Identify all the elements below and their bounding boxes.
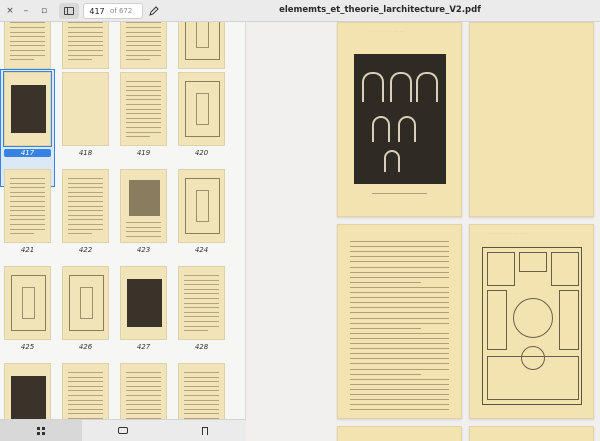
page-thumbnail[interactable] bbox=[62, 72, 109, 146]
text-line bbox=[350, 404, 449, 406]
text-line bbox=[350, 276, 449, 278]
text-line bbox=[350, 358, 449, 360]
thumbnail-page-label: 426 bbox=[78, 343, 93, 351]
page-thumbnail[interactable] bbox=[3, 71, 52, 147]
document-page-blank bbox=[469, 22, 594, 217]
text-line bbox=[350, 348, 449, 350]
page-thumbnail[interactable] bbox=[120, 266, 167, 340]
text-line bbox=[350, 399, 449, 401]
text-line bbox=[350, 394, 449, 395]
text-line bbox=[350, 307, 449, 309]
page-thumbnail[interactable] bbox=[4, 363, 51, 419]
text-line bbox=[350, 332, 449, 334]
page-total-label: of 672 bbox=[110, 7, 133, 15]
text-line bbox=[350, 261, 449, 263]
text-line bbox=[350, 363, 449, 365]
thumbnail-page-label: 419 bbox=[136, 149, 151, 157]
page-number-input[interactable] bbox=[84, 6, 110, 16]
annotations-tab[interactable] bbox=[82, 420, 164, 441]
text-line bbox=[350, 281, 421, 283]
page-thumbnail[interactable] bbox=[4, 266, 51, 340]
thumbnail-page-label: 428 bbox=[194, 343, 209, 351]
page-selector: of 672 bbox=[83, 3, 143, 19]
page-thumbnail[interactable] bbox=[178, 22, 225, 69]
page-thumbnail[interactable] bbox=[62, 169, 109, 243]
text-line bbox=[350, 266, 449, 268]
page-thumbnail[interactable] bbox=[4, 169, 51, 243]
document-page-plate: · · · · · · · · · · · · · bbox=[337, 22, 462, 217]
text-line bbox=[350, 271, 449, 273]
page-thumbnail[interactable] bbox=[62, 22, 109, 69]
text-line bbox=[350, 286, 449, 288]
maximize-window-icon[interactable]: ▫ bbox=[38, 4, 50, 18]
thumbnail-page-label: 418 bbox=[78, 149, 93, 157]
text-line bbox=[350, 327, 421, 329]
annotate-button[interactable] bbox=[145, 3, 163, 19]
comment-icon bbox=[118, 427, 128, 434]
document-page-next bbox=[337, 426, 462, 441]
text-line bbox=[350, 353, 449, 355]
text-line bbox=[350, 368, 449, 370]
text-line bbox=[350, 241, 449, 242]
thumbnail-page-label: 423 bbox=[136, 246, 151, 254]
text-line bbox=[350, 297, 449, 299]
text-line bbox=[350, 373, 421, 375]
thumbnail-page-label: 420 bbox=[194, 149, 209, 157]
thumbnail-page-label: 425 bbox=[20, 343, 35, 351]
engraving-plate bbox=[354, 54, 446, 184]
close-window-icon[interactable]: × bbox=[4, 4, 16, 18]
text-line bbox=[350, 302, 449, 304]
thumbnail-page-label: 417 bbox=[4, 149, 51, 157]
page-thumbnail[interactable] bbox=[62, 266, 109, 340]
page-thumbnail[interactable] bbox=[178, 169, 225, 243]
grid-icon bbox=[37, 426, 45, 435]
header-bar: × – ▫ of 672 elememts_et_theorie_larchit… bbox=[0, 0, 600, 22]
sidebar-toggle-button[interactable] bbox=[59, 3, 79, 19]
thumbnail-page-label: 422 bbox=[78, 246, 93, 254]
text-line bbox=[350, 388, 449, 390]
text-line bbox=[350, 322, 449, 324]
page-thumbnail[interactable] bbox=[178, 72, 225, 146]
text-line bbox=[350, 337, 449, 339]
page-thumbnail[interactable] bbox=[4, 22, 51, 69]
document-title: elememts_et_theorie_larchitecture_V2.pdf bbox=[279, 5, 481, 15]
document-page-next bbox=[469, 426, 594, 441]
thumbnail-page-label: 427 bbox=[136, 343, 151, 351]
page-thumbnail[interactable] bbox=[120, 22, 167, 69]
page-thumbnail[interactable] bbox=[178, 363, 225, 419]
document-page-text bbox=[337, 224, 462, 419]
sidebar-toggle-icon bbox=[64, 7, 74, 15]
document-view[interactable]: · · · · · · · · · · · · · · · · · · · · … bbox=[247, 22, 600, 441]
text-line bbox=[350, 251, 449, 253]
text-line bbox=[350, 246, 449, 248]
bookmarks-tab[interactable] bbox=[164, 420, 246, 441]
thumbnails-tab[interactable] bbox=[0, 420, 82, 441]
text-line bbox=[350, 317, 449, 319]
page-thumbnail[interactable] bbox=[120, 363, 167, 419]
text-line bbox=[350, 383, 449, 385]
text-line bbox=[350, 256, 449, 258]
text-line bbox=[350, 292, 449, 293]
bookmark-icon bbox=[202, 426, 208, 436]
thumbnail-sidebar: 4134144154164174184194204214224234244254… bbox=[0, 22, 246, 419]
text-line bbox=[350, 378, 449, 380]
thumbnail-page-label: 424 bbox=[194, 246, 209, 254]
page-header-decoration: · · · · · · · · · · · · · bbox=[368, 29, 405, 33]
text-line bbox=[350, 343, 449, 344]
page-thumbnail[interactable] bbox=[62, 363, 109, 419]
document-page-plan: · · · · · · · · · · · · · · bbox=[469, 224, 594, 419]
page-thumbnail[interactable] bbox=[120, 72, 167, 146]
page-thumbnail[interactable] bbox=[178, 266, 225, 340]
pencil-icon bbox=[149, 6, 159, 16]
text-line bbox=[350, 409, 449, 411]
page-header-decoration: · · · · · · · · · · · · · · bbox=[488, 231, 528, 235]
sidebar-tab-bar bbox=[0, 419, 246, 441]
page-thumbnail[interactable] bbox=[120, 169, 167, 243]
thumbnail-page-label: 421 bbox=[20, 246, 35, 254]
minimize-window-icon[interactable]: – bbox=[20, 4, 32, 18]
floor-plan-drawing bbox=[482, 247, 582, 405]
text-line bbox=[350, 312, 449, 314]
